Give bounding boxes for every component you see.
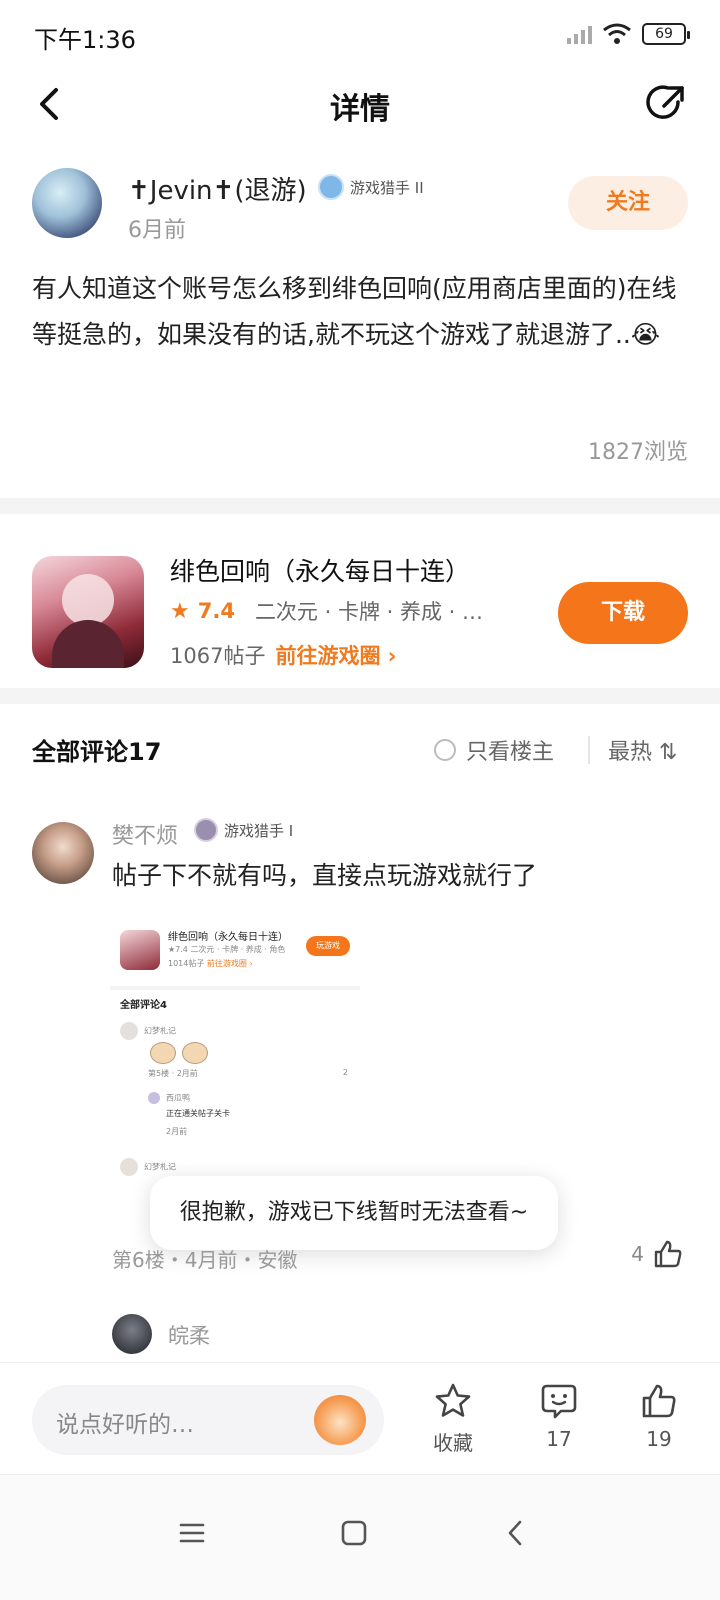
- image-avatar: [120, 1158, 138, 1176]
- image-reply-time: 2月前: [166, 1127, 188, 1136]
- image-reply-user: 西瓜鸭: [166, 1093, 190, 1103]
- wifi-icon: [603, 23, 631, 44]
- section-divider: [0, 688, 720, 704]
- comment-count[interactable]: 17: [524, 1427, 594, 1451]
- mascot-icon[interactable]: [314, 1395, 366, 1445]
- image-game-title: 绯色回响（永久每日十连）: [168, 932, 288, 943]
- image-post-count: 1014帖子: [168, 959, 205, 968]
- post-author: ✝Jevin✝(退游) 游戏猎手 II 6月前 关注: [32, 168, 688, 248]
- menu-icon[interactable]: [170, 1511, 214, 1555]
- status-bar: 下午1:36 69: [0, 0, 720, 70]
- image-circle-link: 前往游戏圈 ›: [206, 959, 253, 968]
- top-nav: 详情: [0, 70, 720, 140]
- comment-action[interactable]: 17: [524, 1381, 594, 1451]
- image-play-button: 玩游戏: [306, 936, 350, 956]
- back-nav-icon[interactable]: [494, 1511, 538, 1555]
- hunter-badge-icon: [318, 174, 344, 200]
- image-reply-avatar: [148, 1092, 160, 1104]
- image-comment-row: 幻梦札记: [120, 1022, 176, 1040]
- reply-name[interactable]: 皖柔: [168, 1320, 210, 1350]
- author-badge: 游戏猎手 II: [318, 174, 424, 200]
- image-divider: [110, 986, 360, 990]
- author-badge-label: 游戏猎手 II: [350, 178, 424, 197]
- comments-header: 全部评论17 只看楼主 最热 ⇅: [32, 732, 688, 772]
- hunter-badge-icon: [194, 818, 218, 842]
- reply-avatar[interactable]: [112, 1314, 152, 1354]
- game-rating: 7.4: [197, 599, 235, 623]
- radio-icon[interactable]: [434, 739, 456, 761]
- comment-placeholder[interactable]: 说点好听的…: [56, 1405, 194, 1439]
- like-action[interactable]: 19: [624, 1381, 694, 1451]
- vertical-divider: [588, 736, 590, 764]
- only-op-toggle[interactable]: 只看楼主: [434, 734, 554, 766]
- image-comment-row: 幻梦札记: [120, 1158, 176, 1176]
- game-tags: 二次元 · 卡牌 · 养成 · …: [254, 600, 484, 624]
- star-outline-icon[interactable]: [433, 1381, 473, 1421]
- signal-icon: [567, 24, 592, 44]
- game-posts-row: 1067帖子 前往游戏圈 ›: [170, 640, 396, 670]
- battery-icon: 69: [642, 23, 690, 45]
- image-comment-meta: 第5楼 · 2月前 2: [148, 1068, 348, 1079]
- comment-footer: 第6楼・4月前・安徽: [112, 1248, 298, 1272]
- favorite-action[interactable]: 收藏: [418, 1381, 488, 1456]
- post-body: 有人知道这个账号怎么移到绯色回响(应用商店里面的)在线等挺急的，如果没有的话,就…: [32, 274, 677, 349]
- like-count[interactable]: 19: [624, 1427, 694, 1451]
- star-icon: ★: [170, 598, 190, 624]
- image-game-card: 绯色回响（永久每日十连） ★7.4 二次元 · 卡牌 · 养成 · 角色 101…: [120, 922, 350, 982]
- comment-like[interactable]: 4: [631, 1238, 684, 1270]
- comment-text: 帖子下不就有吗，直接点玩游戏就行了: [112, 861, 538, 890]
- commenter-name[interactable]: 樊不烦: [112, 818, 178, 850]
- comment-image[interactable]: 绯色回响（永久每日十连） ★7.4 二次元 · 卡牌 · 养成 · 角色 101…: [110, 908, 360, 1188]
- image-like-count: 2: [342, 1068, 348, 1077]
- image-game-posts: 1014帖子 前往游戏圈 ›: [168, 958, 253, 969]
- emoji-icon: [150, 1042, 176, 1064]
- toast-message: 很抱歉，游戏已下线暂时无法查看~: [150, 1176, 558, 1250]
- image-game-meta: ★7.4 二次元 · 卡牌 · 养成 · 角色: [168, 945, 286, 954]
- bottom-action-bar: 说点好听的… 收藏 17 19: [0, 1362, 720, 1474]
- view-count: 1827浏览: [588, 440, 688, 465]
- image-user-name: 幻梦札记: [144, 1026, 176, 1036]
- image-emoji-row: [150, 1042, 214, 1066]
- game-circle-link[interactable]: 前往游戏圈 ›: [275, 640, 396, 670]
- author-name[interactable]: ✝Jevin✝(退游): [128, 170, 307, 207]
- emoji-icon: [182, 1042, 208, 1064]
- comment-like-count: 4: [631, 1242, 644, 1266]
- status-time: 下午1:36: [34, 26, 136, 54]
- thumbs-up-icon[interactable]: [652, 1238, 684, 1270]
- comment-input[interactable]: 说点好听的…: [32, 1385, 384, 1455]
- post-time: 6月前: [128, 218, 186, 243]
- image-reply-text: 正在通关帖子关卡: [166, 1109, 230, 1118]
- comments-title: 全部评论17: [32, 738, 162, 766]
- author-avatar[interactable]: [32, 168, 102, 238]
- home-icon[interactable]: [332, 1511, 376, 1555]
- game-post-count: 1067帖子: [170, 644, 266, 668]
- game-meta: ★ 7.4 二次元 · 卡牌 · 养成 · …: [170, 596, 483, 626]
- page-title: 详情: [330, 92, 390, 127]
- section-divider: [0, 498, 720, 514]
- image-comments-title: 全部评论4: [120, 1000, 167, 1011]
- image-reply-row: 西瓜鸭: [148, 1092, 190, 1104]
- image-game-icon: [120, 930, 160, 970]
- game-card[interactable]: 绯色回响（永久每日十连） ★ 7.4 二次元 · 卡牌 · 养成 · … 106…: [32, 540, 688, 670]
- only-op-label[interactable]: 只看楼主: [466, 734, 554, 766]
- system-nav-bar: [0, 1474, 720, 1600]
- status-icons: 69: [567, 22, 690, 46]
- thumbs-up-icon[interactable]: [639, 1381, 679, 1421]
- image-user-name: 幻梦札记: [144, 1162, 176, 1172]
- comment-bubble-icon[interactable]: [539, 1381, 579, 1421]
- game-icon[interactable]: [32, 556, 144, 668]
- image-meta-text: 第5楼 · 2月前: [148, 1069, 198, 1078]
- favorite-label[interactable]: 收藏: [418, 1427, 488, 1456]
- commenter-badge: 游戏猎手 I: [194, 818, 293, 842]
- download-button[interactable]: 下载: [558, 582, 688, 644]
- share-icon[interactable]: [642, 80, 688, 126]
- follow-button[interactable]: 关注: [568, 176, 688, 230]
- game-title[interactable]: 绯色回响（永久每日十连）: [170, 552, 470, 588]
- commenter-avatar[interactable]: [32, 822, 94, 884]
- sort-toggle[interactable]: 最热 ⇅: [608, 734, 688, 766]
- image-avatar: [120, 1022, 138, 1040]
- commenter-badge-label: 游戏猎手 I: [224, 821, 294, 840]
